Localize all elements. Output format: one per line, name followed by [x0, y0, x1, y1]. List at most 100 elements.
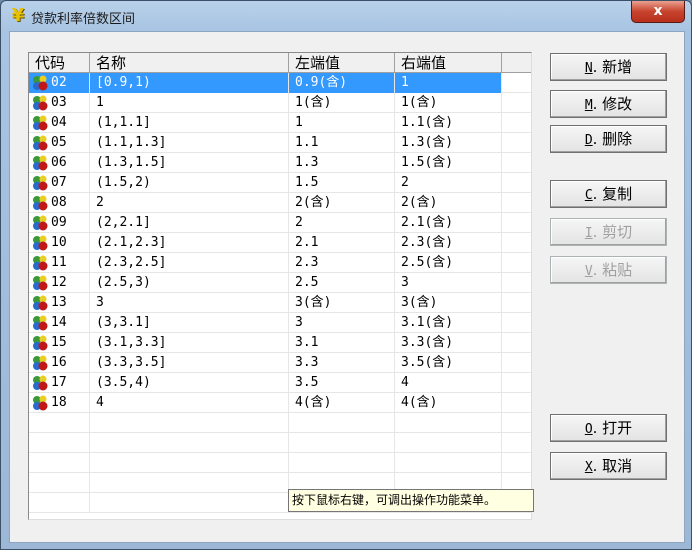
cell-left: 1.3	[289, 153, 395, 173]
record-icon	[32, 235, 48, 251]
cell-left: 1(含)	[289, 93, 395, 113]
cell-name: (2.5,3)	[90, 273, 289, 293]
table-row[interactable]: 18 4 4(含) 4(含)	[29, 393, 531, 413]
table-row[interactable]: 12 (2.5,3) 2.5 3	[29, 273, 531, 293]
cell-filler	[502, 193, 531, 213]
cell-right: 1.5(含)	[395, 153, 502, 173]
cell-name: (1,1.1]	[90, 113, 289, 133]
table-row[interactable]: 02 [0.9,1) 0.9(含) 1	[29, 73, 531, 93]
table-row[interactable]: 07 (1.5,2) 1.5 2	[29, 173, 531, 193]
cell-filler	[502, 113, 531, 133]
table-row[interactable]: 09 (2,2.1] 2 2.1(含)	[29, 213, 531, 233]
button-key: D	[584, 133, 593, 148]
column-header-left[interactable]: 左端值	[289, 53, 395, 73]
cell-right: 1.1(含)	[395, 113, 502, 133]
column-header-filler	[502, 53, 531, 73]
record-icon	[32, 135, 48, 151]
cell-filler	[502, 373, 531, 393]
cell-left: 0.9(含)	[289, 73, 395, 93]
cell-right: 2.3(含)	[395, 233, 502, 253]
tooltip: 按下鼠标右键，可调出操作功能菜单。	[288, 489, 534, 512]
cell-filler	[502, 333, 531, 353]
button-key: X	[584, 460, 593, 475]
record-icon	[32, 115, 48, 131]
button-m[interactable]: M. 修改	[550, 90, 667, 118]
cell-filler	[502, 453, 531, 473]
cell-left	[289, 433, 395, 453]
cell-filler	[502, 213, 531, 233]
button-label: . 打开	[592, 419, 633, 437]
cell-filler	[502, 433, 531, 453]
record-icon	[32, 195, 48, 211]
cell-name: (2.3,2.5]	[90, 253, 289, 273]
button-key: V	[584, 264, 593, 279]
cell-name: (2.1,2.3]	[90, 233, 289, 253]
record-icon	[32, 355, 48, 371]
button-label: . 删除	[592, 130, 633, 148]
cell-name: (3,3.1]	[90, 313, 289, 333]
record-icon	[32, 155, 48, 171]
table-row[interactable]: 15 (3.1,3.3] 3.1 3.3(含)	[29, 333, 531, 353]
table-row[interactable]: 08 2 2(含) 2(含)	[29, 193, 531, 213]
table-row[interactable]: 10 (2.1,2.3] 2.1 2.3(含)	[29, 233, 531, 253]
table-row[interactable]: 05 (1.1,1.3] 1.1 1.3(含)	[29, 133, 531, 153]
cell-right: 3(含)	[395, 293, 502, 313]
interval-grid[interactable]: 代码 名称 左端值 右端值 02 [0.9,1) 0.9(含) 1 03 1 1(含) 1(…	[28, 52, 532, 520]
table-row[interactable]: 04 (1,1.1] 1 1.1(含)	[29, 113, 531, 133]
button-o[interactable]: O. 打开	[550, 414, 667, 442]
cell-left: 3.5	[289, 373, 395, 393]
table-row[interactable]: 11 (2.3,2.5] 2.3 2.5(含)	[29, 253, 531, 273]
table-row[interactable]: 13 3 3(含) 3(含)	[29, 293, 531, 313]
cell-left: 3.3	[289, 353, 395, 373]
record-icon	[32, 295, 48, 311]
cell-filler	[502, 273, 531, 293]
table-row[interactable]: 14 (3,3.1] 3 3.1(含)	[29, 313, 531, 333]
table-row[interactable]	[29, 433, 531, 453]
cell-name	[90, 473, 289, 493]
cell-left: 2.3	[289, 253, 395, 273]
window-title: 贷款利率倍数区间	[31, 12, 136, 27]
cell-name: (2,2.1]	[90, 213, 289, 233]
table-row[interactable]: 16 (3.3,3.5] 3.3 3.5(含)	[29, 353, 531, 373]
cell-right: 1.3(含)	[395, 133, 502, 153]
table-row[interactable]: 17 (3.5,4) 3.5 4	[29, 373, 531, 393]
cell-name: [0.9,1)	[90, 73, 289, 93]
cell-name: 4	[90, 393, 289, 413]
cell-filler	[502, 413, 531, 433]
button-v[interactable]: V. 粘贴	[550, 256, 667, 284]
column-header-code[interactable]: 代码	[29, 53, 90, 73]
record-icon	[32, 395, 48, 411]
cell-filler	[502, 353, 531, 373]
button-i[interactable]: I. 剪切	[550, 218, 667, 246]
cell-name: 3	[90, 293, 289, 313]
button-label: . 剪切	[592, 223, 633, 241]
cell-name: (3.5,4)	[90, 373, 289, 393]
cell-name	[90, 433, 289, 453]
button-c[interactable]: C. 复制	[550, 180, 667, 208]
table-row[interactable]	[29, 413, 531, 433]
close-button[interactable]: x	[631, 1, 685, 23]
button-n[interactable]: N. 新增	[550, 53, 667, 81]
table-row[interactable]: 03 1 1(含) 1(含)	[29, 93, 531, 113]
button-d[interactable]: D. 删除	[550, 125, 667, 153]
button-label: . 复制	[592, 185, 633, 203]
cell-name	[90, 413, 289, 433]
record-icon	[32, 275, 48, 291]
table-row[interactable]	[29, 453, 531, 473]
cell-filler	[502, 253, 531, 273]
column-header-name[interactable]: 名称	[90, 53, 289, 73]
cell-name: 1	[90, 93, 289, 113]
button-key: C	[584, 188, 593, 203]
cell-name: (1.1,1.3]	[90, 133, 289, 153]
cell-left: 1	[289, 113, 395, 133]
table-row[interactable]: 06 (1.3,1.5] 1.3 1.5(含)	[29, 153, 531, 173]
cell-name: (3.3,3.5]	[90, 353, 289, 373]
cell-right	[395, 413, 502, 433]
cell-left: 1.5	[289, 173, 395, 193]
button-x[interactable]: X. 取消	[550, 452, 667, 480]
cell-right	[395, 453, 502, 473]
cell-right: 3.1(含)	[395, 313, 502, 333]
button-label: . 粘贴	[592, 261, 633, 279]
column-header-right[interactable]: 右端值	[395, 53, 502, 73]
cell-left: 2.5	[289, 273, 395, 293]
